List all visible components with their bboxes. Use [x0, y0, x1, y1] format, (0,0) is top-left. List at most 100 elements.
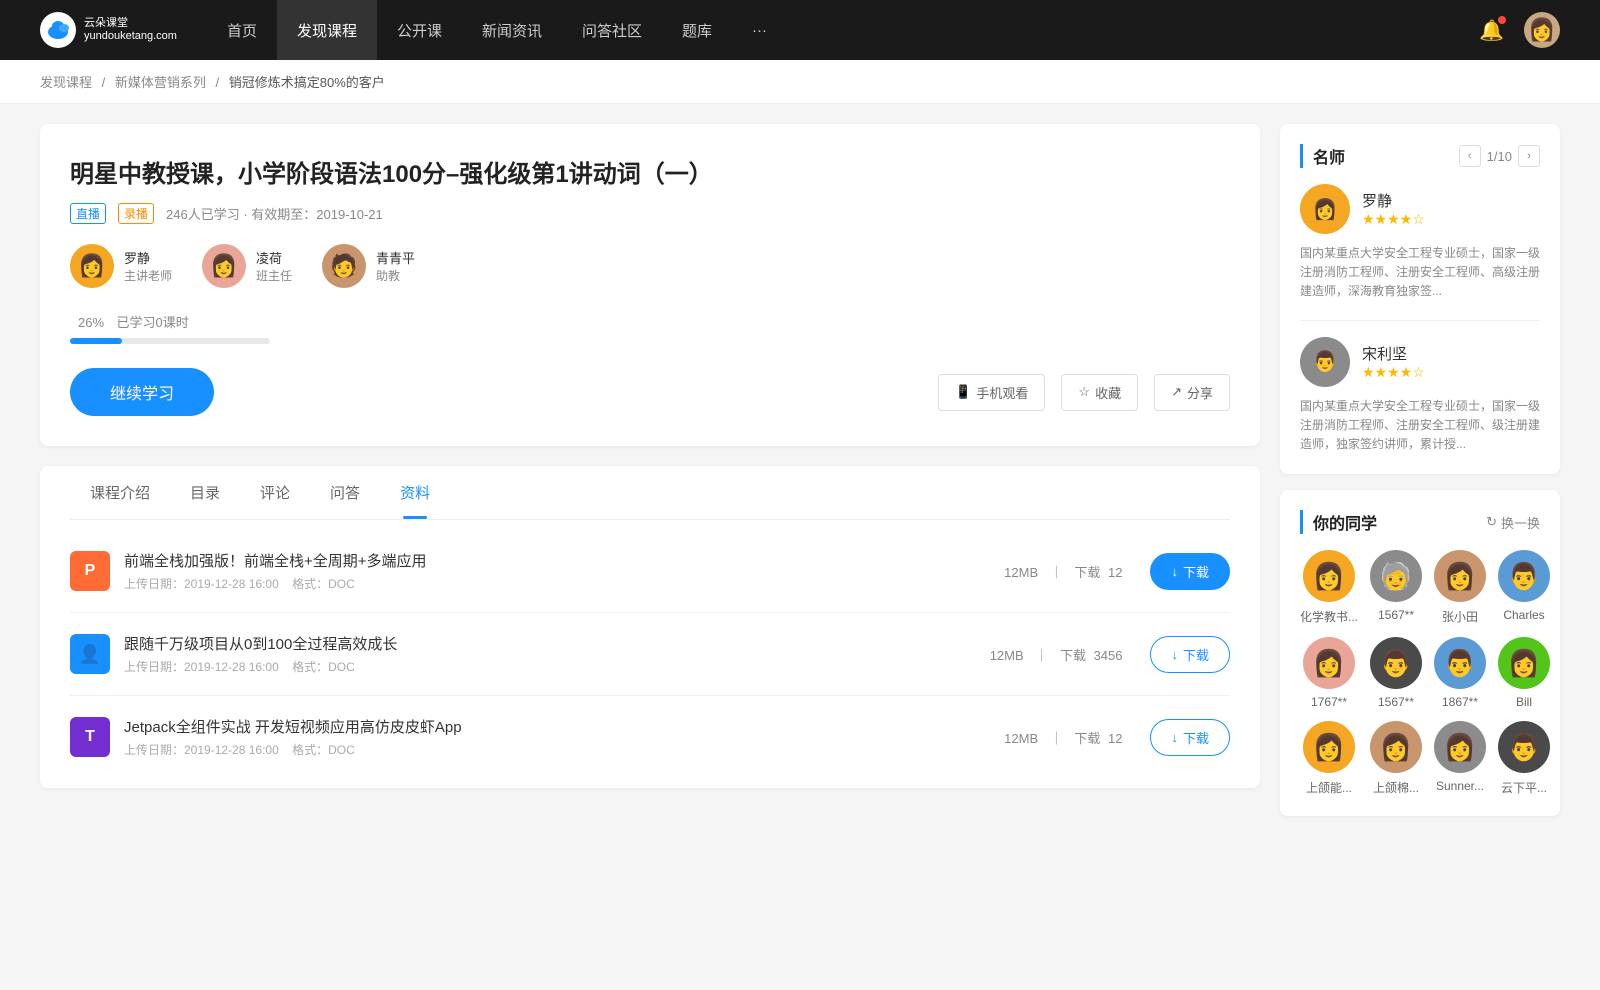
classmates-card: 你的同学 ↻ 换一换 👩 化学教书... 🧓 1567** 👩 张小田	[1280, 490, 1560, 816]
resource-meta-3: 上传日期：2019-12-28 16:00 格式：DOC	[124, 741, 1000, 758]
nav-item-question[interactable]: 题库	[662, 0, 732, 60]
course-title: 明星中教授课，小学阶段语法100分–强化级第1讲动词（一）	[70, 154, 1230, 189]
instructor-info-3: 青青平 助教	[376, 248, 415, 284]
nav-item-qa[interactable]: 问答社区	[562, 0, 662, 60]
resource-meta-1: 上传日期：2019-12-28 16:00 格式：DOC	[124, 575, 1000, 592]
resource-list: P 前端全栈加强版！前端全栈+全周期+多端应用 上传日期：2019-12-28 …	[70, 520, 1230, 788]
resource-stats-2: 12MB ｜ 下载 3456	[986, 645, 1131, 664]
instructor-name-3: 青青平	[376, 248, 415, 267]
classmate-8[interactable]: 👩 Bill	[1498, 637, 1550, 709]
share-icon: ↗	[1171, 384, 1182, 400]
classmate-9[interactable]: 👩 上颌能...	[1300, 721, 1358, 796]
nav-item-open[interactable]: 公开课	[377, 0, 462, 60]
classmate-5[interactable]: 👩 1767**	[1300, 637, 1358, 709]
action-buttons: 📱 手机观看 ☆ 收藏 ↗ 分享	[938, 374, 1230, 411]
teacher-name-2: 宋利坚	[1362, 343, 1425, 364]
breadcrumb-sep-2: /	[216, 75, 223, 90]
resource-stats-3: 12MB ｜ 下载 12	[1000, 728, 1130, 747]
classmate-3[interactable]: 👩 张小田	[1434, 550, 1486, 625]
classmate-12[interactable]: 👨 云下平...	[1498, 721, 1550, 796]
progress-bar-fill	[70, 338, 122, 344]
classmate-avatar-2: 🧓	[1370, 550, 1422, 602]
classmate-name-5: 1767**	[1311, 695, 1347, 709]
resource-item-3: T Jetpack全组件实战 开发短视频应用高仿皮皮虾App 上传日期：2019…	[70, 696, 1230, 778]
resource-name-2: 跟随千万级项目从0到100全过程高效成长	[124, 633, 986, 654]
classmate-1[interactable]: 👩 化学教书...	[1300, 550, 1358, 625]
tabs-section: 课程介绍 目录 评论 问答 资料 P 前端全栈加强版！前端全栈+全周期+多端应用…	[40, 466, 1260, 788]
teachers-page: 1/10	[1487, 149, 1512, 164]
teachers-card-header: 名师 ‹ 1/10 ›	[1300, 144, 1540, 168]
instructors: 👩 罗静 主讲老师 👩 凌荷 班主任 🧑 青青平	[70, 244, 1230, 288]
instructor-role-3: 助教	[376, 267, 415, 284]
classmate-avatar-3: 👩	[1434, 550, 1486, 602]
teachers-pagination: ‹ 1/10 ›	[1459, 145, 1540, 167]
resource-icon-t: T	[70, 717, 110, 757]
tab-qa[interactable]: 问答	[310, 466, 380, 519]
teachers-prev-button[interactable]: ‹	[1459, 145, 1481, 167]
tab-directory[interactable]: 目录	[170, 466, 240, 519]
classmate-avatar-7: 👨	[1434, 637, 1486, 689]
classmate-2[interactable]: 🧓 1567**	[1370, 550, 1422, 625]
teachers-next-button[interactable]: ›	[1518, 145, 1540, 167]
refresh-classmates-button[interactable]: ↻ 换一换	[1486, 513, 1540, 532]
mobile-icon: 📱	[955, 384, 971, 400]
classmate-avatar-12: 👨	[1498, 721, 1550, 773]
classmate-name-6: 1567**	[1378, 695, 1414, 709]
instructor-3: 🧑 青青平 助教	[322, 244, 415, 288]
classmate-11[interactable]: 👩 Sunner...	[1434, 721, 1486, 796]
instructor-info-2: 凌荷 班主任	[256, 248, 292, 284]
download-icon-1: ↓	[1171, 564, 1178, 579]
classmate-6[interactable]: 👨 1567**	[1370, 637, 1422, 709]
resource-info-1: 前端全栈加强版！前端全栈+全周期+多端应用 上传日期：2019-12-28 16…	[124, 550, 1000, 592]
breadcrumb-current: 销冠修炼术搞定80%的客户	[229, 75, 385, 90]
user-avatar-nav[interactable]: 👩	[1524, 12, 1560, 48]
progress-bar-bg	[70, 338, 270, 344]
download-button-2[interactable]: ↓ 下载	[1150, 636, 1230, 673]
progress-label: 26% 已学习0课时	[70, 312, 1230, 332]
download-button-3[interactable]: ↓ 下载	[1150, 719, 1230, 756]
resource-name-1: 前端全栈加强版！前端全栈+全周期+多端应用	[124, 550, 1000, 571]
continue-learning-button[interactable]: 继续学习	[70, 368, 214, 416]
classmate-name-10: 上颌棉...	[1373, 779, 1419, 796]
download-button-1[interactable]: ↓ 下载	[1150, 553, 1230, 590]
classmate-avatar-10: 👩	[1370, 721, 1422, 773]
teacher-stars-2: ★★★★☆	[1362, 364, 1425, 381]
logo[interactable]: 云朵课堂 yundouketang.com	[40, 12, 177, 48]
nav-right: 🔔 👩	[1479, 12, 1560, 48]
course-card: 明星中教授课，小学阶段语法100分–强化级第1讲动词（一） 直播 录播 246人…	[40, 124, 1260, 446]
tab-comments[interactable]: 评论	[240, 466, 310, 519]
mobile-view-button[interactable]: 📱 手机观看	[938, 374, 1045, 411]
instructor-name-1: 罗静	[124, 248, 172, 267]
classmate-name-11: Sunner...	[1436, 779, 1484, 793]
nav-item-news[interactable]: 新闻资讯	[462, 0, 562, 60]
classmate-avatar-8: 👩	[1498, 637, 1550, 689]
classmate-10[interactable]: 👩 上颌棉...	[1370, 721, 1422, 796]
teacher-item-2: 👨 宋利坚 ★★★★☆ 国内某重点大学安全工程专业硕士，国家一级注册消防工程师、…	[1300, 337, 1540, 455]
share-button[interactable]: ↗ 分享	[1154, 374, 1230, 411]
nav-item-courses[interactable]: 发现课程	[277, 0, 377, 60]
classmate-7[interactable]: 👨 1867**	[1434, 637, 1486, 709]
resource-info-3: Jetpack全组件实战 开发短视频应用高仿皮皮虾App 上传日期：2019-1…	[124, 716, 1000, 758]
breadcrumb-link-courses[interactable]: 发现课程	[40, 75, 92, 90]
teacher-divider	[1300, 320, 1540, 321]
course-enrollment: 246人已学习 · 有效期至：2019-10-21	[166, 204, 383, 223]
teacher-desc-2: 国内某重点大学安全工程专业硕士，国家一级注册消防工程师、注册安全工程师、级注册建…	[1300, 397, 1540, 455]
teacher-item-1: 👩 罗静 ★★★★☆ 国内某重点大学安全工程专业硕士，国家一级注册消防工程师、注…	[1300, 184, 1540, 302]
nav-item-more[interactable]: ···	[732, 0, 787, 60]
instructor-2: 👩 凌荷 班主任	[202, 244, 292, 288]
tab-resources[interactable]: 资料	[380, 466, 450, 519]
nav-item-home[interactable]: 首页	[207, 0, 277, 60]
resource-info-2: 跟随千万级项目从0到100全过程高效成长 上传日期：2019-12-28 16:…	[124, 633, 986, 675]
instructor-avatar-2: 👩	[202, 244, 246, 288]
badge-record: 录播	[118, 203, 154, 224]
resource-item-1: P 前端全栈加强版！前端全栈+全周期+多端应用 上传日期：2019-12-28 …	[70, 530, 1230, 613]
classmate-name-12: 云下平...	[1501, 779, 1547, 796]
classmate-4[interactable]: 👨 Charles	[1498, 550, 1550, 625]
teacher-desc-1: 国内某重点大学安全工程专业硕士，国家一级注册消防工程师、注册安全工程师、高级注册…	[1300, 244, 1540, 302]
collect-button[interactable]: ☆ 收藏	[1061, 374, 1138, 411]
teachers-card: 名师 ‹ 1/10 › 👩 罗静 ★★★★☆	[1280, 124, 1560, 474]
tab-intro[interactable]: 课程介绍	[70, 466, 170, 519]
breadcrumb-link-series[interactable]: 新媒体营销系列	[115, 75, 206, 90]
resource-icon-p: P	[70, 551, 110, 591]
bell-icon[interactable]: 🔔	[1479, 18, 1504, 43]
